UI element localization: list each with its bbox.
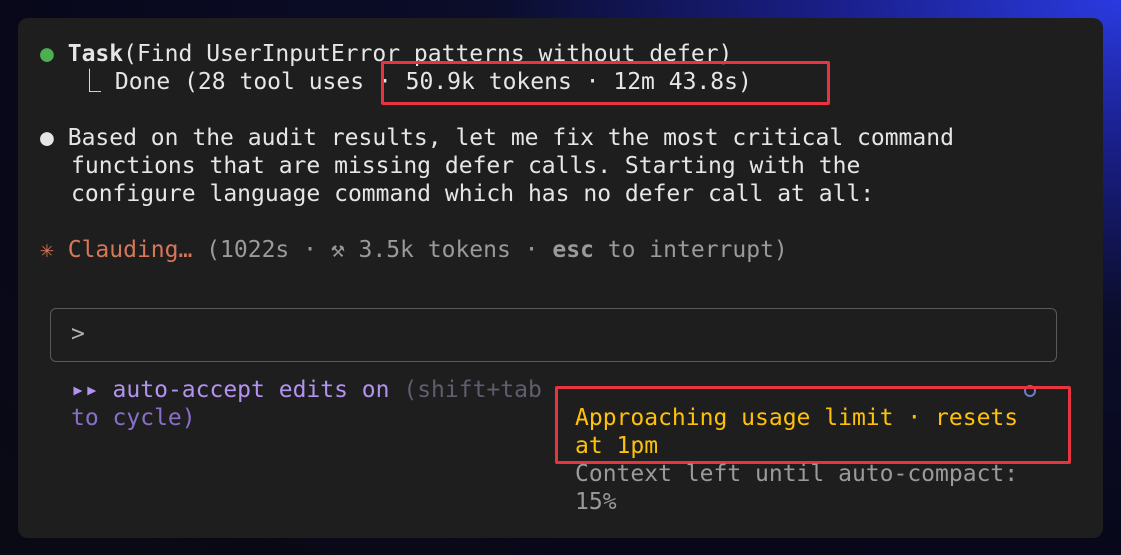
message-line-2: functions that are missing defer calls. … <box>71 153 861 179</box>
tokens-highlight-box <box>381 61 830 105</box>
auto-accept-status: ▸▸ auto-accept edits on (shift+tab <box>71 376 542 404</box>
status-line: ✳ Clauding… (1022s · ⚒ 3.5k tokens · esc… <box>40 236 788 264</box>
message-line-1: ● Based on the audit results, let me fix… <box>40 125 954 151</box>
prompt-chevron: > <box>71 321 85 347</box>
prompt-input[interactable]: > <box>50 308 1057 362</box>
task-status-dot-icon: ● <box>40 41 54 67</box>
auto-accept-label: auto-accept edits on <box>98 377 390 403</box>
message-line-3: configure language command which has no … <box>71 181 875 207</box>
mode-hint-2: to cycle) <box>71 405 196 431</box>
message-bullet-icon: ● <box>40 125 54 151</box>
terminal-window: ● Task(Find UserInputError patterns with… <box>18 18 1103 538</box>
context-left-line-1: Context left until auto-compact: <box>575 461 1019 487</box>
mode-hint: (shift+tab <box>389 377 542 403</box>
usage-highlight-box <box>555 386 1071 464</box>
context-left-line-2: 15% <box>575 489 617 515</box>
status-detail-suffix: to interrupt) <box>593 237 788 263</box>
interrupt-key: esc <box>552 237 594 263</box>
status-detail: (1022s · ⚒ 3.5k tokens · <box>192 237 553 263</box>
task-name: Task <box>67 41 124 67</box>
status-label: Clauding… <box>67 237 193 263</box>
spinner-icon: ✳ <box>40 237 54 263</box>
task-result-prefix: ⎿ Done (28 tool uses · <box>78 69 406 95</box>
fast-forward-icon: ▸▸ <box>71 377 99 403</box>
